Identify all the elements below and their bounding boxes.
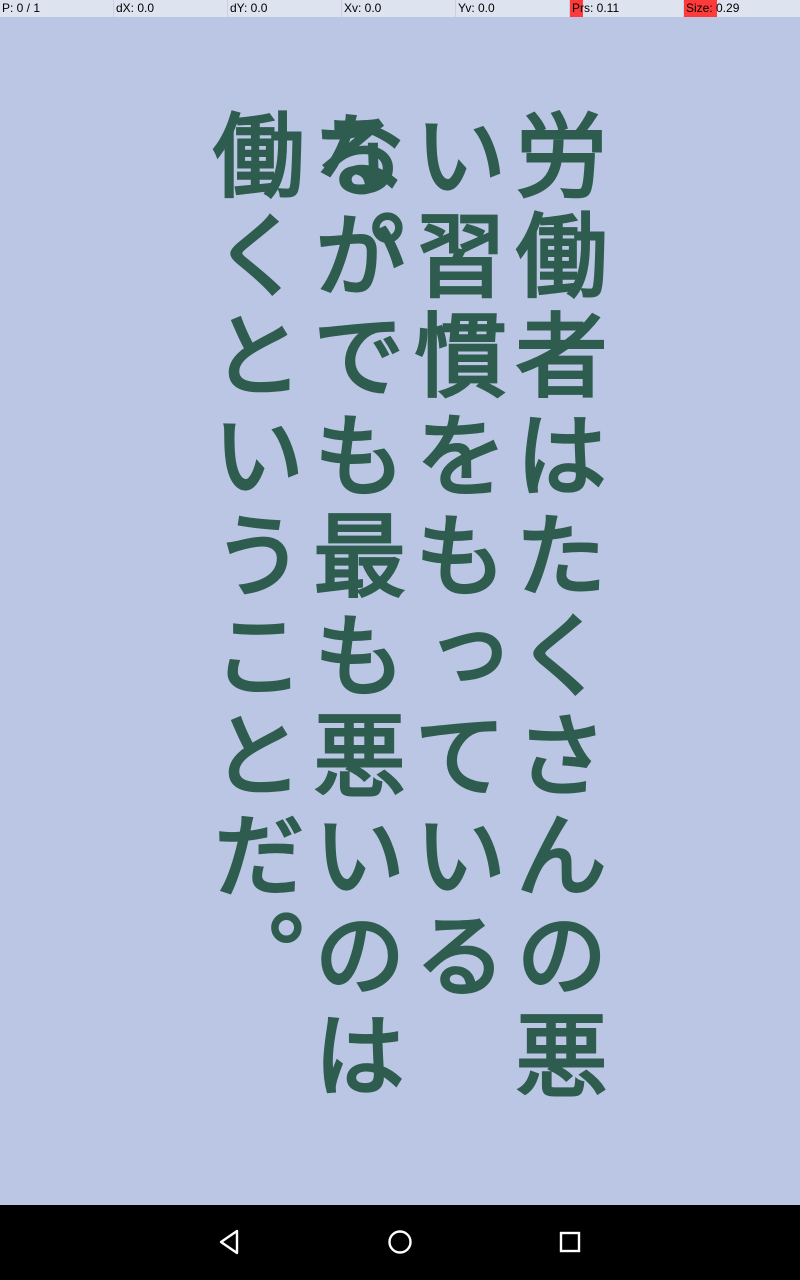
pointer-count-cell: P: 0 / 1	[0, 0, 114, 17]
pressure-cell: Prs: 0.11	[570, 0, 684, 17]
recents-button[interactable]	[555, 1227, 585, 1257]
home-icon	[388, 1230, 412, 1254]
recents-icon	[559, 1231, 581, 1253]
velocity-y-text: Yv: 0.0	[458, 1, 495, 15]
pointer-location-overlay: P: 0 / 1 dX: 0.0 dY: 0.0 Xv: 0.0 Yv: 0.0…	[0, 0, 800, 17]
text-column-2: い習慣をもっているる。	[298, 108, 506, 1008]
navigation-bar	[0, 1205, 800, 1280]
delta-x-text: dX: 0.0	[116, 1, 155, 15]
size-cell: Size: 0.29	[684, 0, 800, 17]
text-column-1: 労働者はたくさんの悪	[500, 108, 607, 1108]
back-icon	[219, 1229, 239, 1255]
velocity-x-cell: Xv: 0.0	[342, 0, 456, 17]
home-button[interactable]	[385, 1227, 415, 1257]
text-column-4: 働くということだ。	[197, 108, 304, 1008]
velocity-y-cell: Yv: 0.0	[456, 0, 570, 17]
pressure-text: Prs: 0.11	[572, 1, 620, 15]
delta-x-cell: dX: 0.0	[114, 0, 228, 17]
back-button[interactable]	[215, 1227, 245, 1257]
pointer-count-text: P: 0 / 1	[2, 1, 41, 15]
delta-y-text: dY: 0.0	[230, 1, 268, 15]
delta-y-cell: dY: 0.0	[228, 0, 342, 17]
text-column-3: なかでも最も悪いのは	[298, 108, 405, 1108]
vertical-text-area[interactable]: 労働者はたくさんの悪 い習慣をもっているる。 なかでも最も悪いのは 働くというこ…	[197, 108, 607, 1118]
velocity-x-text: Xv: 0.0	[344, 1, 382, 15]
size-text: Size: 0.29	[686, 1, 740, 15]
